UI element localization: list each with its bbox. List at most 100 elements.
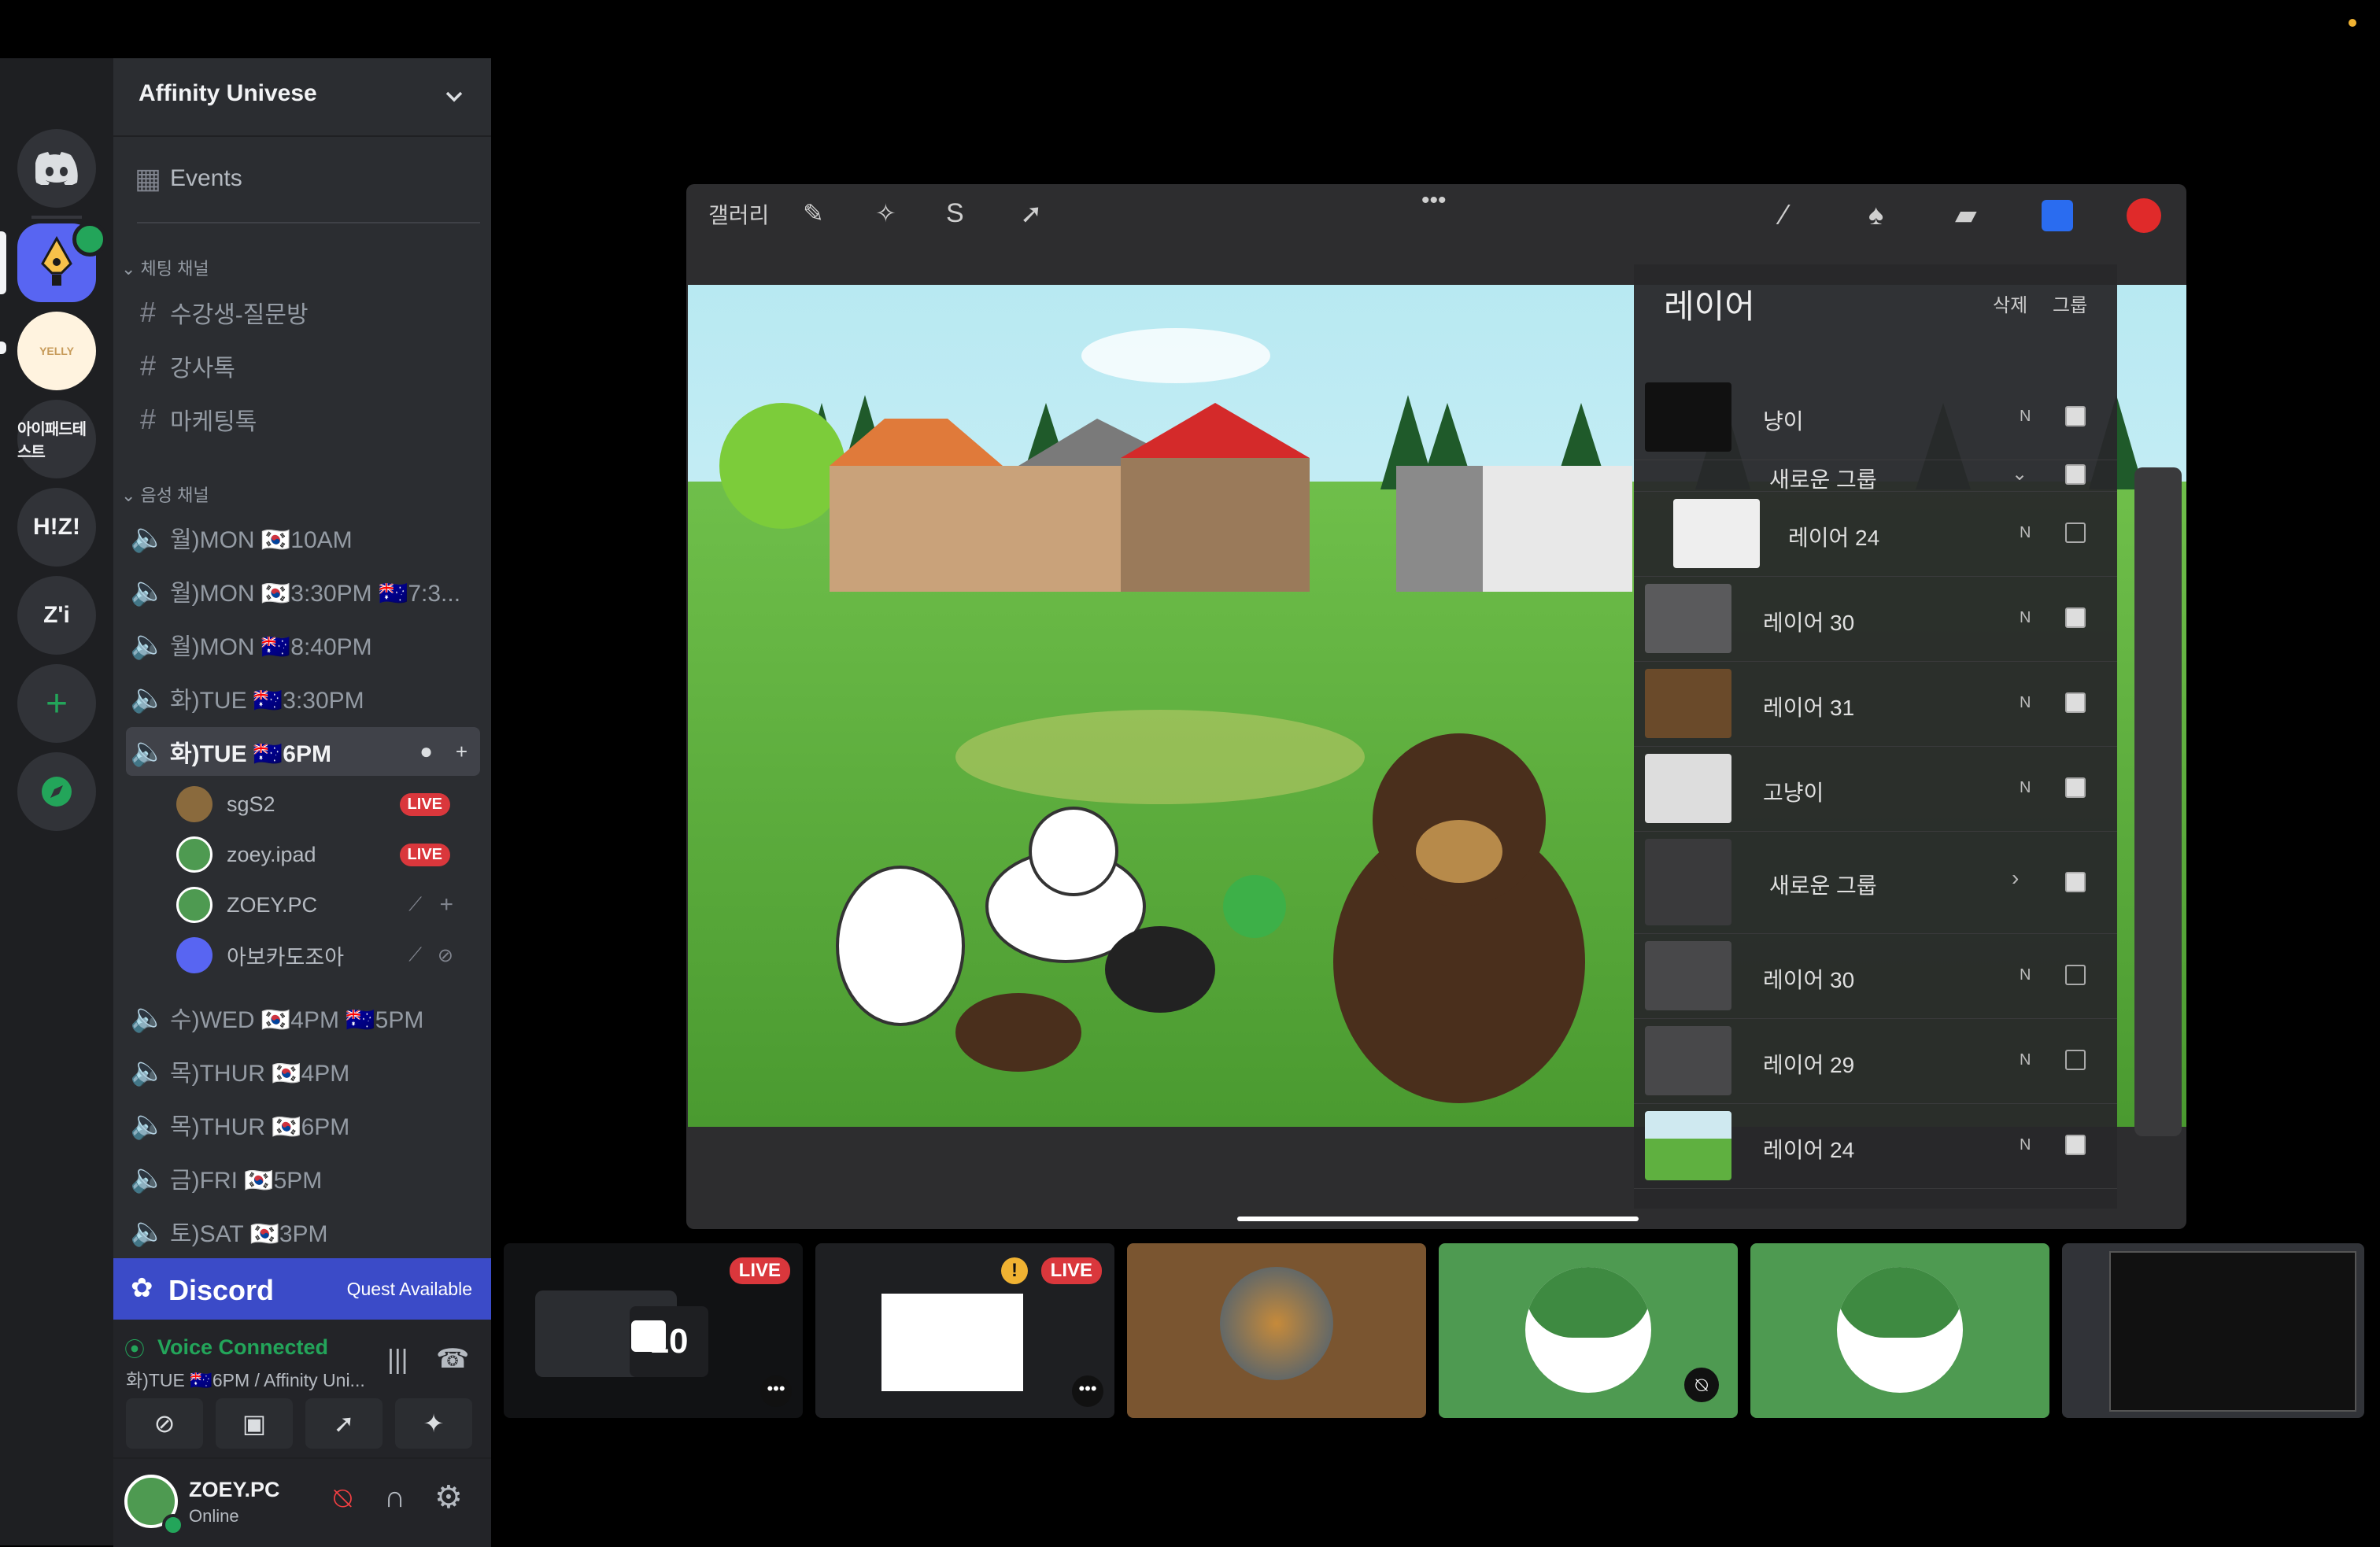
blend-mode[interactable]: N <box>2020 408 2031 426</box>
activity-button[interactable]: ➚ <box>305 1398 382 1449</box>
blend-mode[interactable]: N <box>2020 524 2031 542</box>
group-row[interactable]: 새로운 그룹 ⌄ <box>1634 460 2117 492</box>
mic-muted-icon[interactable]: ⍉ <box>334 1482 352 1516</box>
visibility-checkbox[interactable] <box>2065 464 2086 485</box>
settings-gear-icon[interactable]: ⚙ <box>434 1479 463 1516</box>
voice-channel-7[interactable]: 🔈 목)THUR 🇰🇷4PM <box>126 1047 480 1095</box>
voice-user-zoey-ipad[interactable]: zoey.ipad LIVE <box>176 833 475 877</box>
chevron-right-icon[interactable]: › <box>2012 866 2019 891</box>
layer-row[interactable]: 레이어 24 N <box>1634 1103 2117 1189</box>
visibility-checkbox[interactable] <box>2065 522 2086 543</box>
voice-channel-4[interactable]: 🔈 화)TUE 🇦🇺3:30PM <box>126 674 480 722</box>
magic-wand-icon[interactable]: ✧ <box>875 198 896 228</box>
more-dots-icon[interactable]: ••• <box>1421 187 1447 214</box>
transform-arrow-icon[interactable]: ➚ <box>1020 198 1043 230</box>
events-item[interactable]: ▦ Events <box>126 154 480 203</box>
visibility-checkbox[interactable] <box>2065 965 2086 985</box>
explore-icon[interactable] <box>17 752 96 831</box>
disconnect-icon[interactable]: ☎ <box>436 1343 469 1375</box>
more-options-icon[interactable]: ••• <box>1072 1375 1103 1407</box>
blend-mode[interactable]: N <box>2020 779 2031 797</box>
voice-channel-active[interactable]: 🔈 화)TUE 🇦🇺6PM ● + <box>126 727 480 776</box>
home-indicator <box>1237 1217 1639 1221</box>
visibility-checkbox[interactable] <box>2065 1050 2086 1070</box>
camera-off-button[interactable]: ⊘ <box>126 1398 203 1449</box>
zi-server-icon[interactable]: Z'i <box>17 576 96 655</box>
voice-channel-6[interactable]: 🔈 수)WED 🇰🇷4PM 🇦🇺5PM <box>126 993 480 1042</box>
visibility-checkbox[interactable] <box>2065 777 2086 798</box>
wrench-icon[interactable]: ✎ <box>803 198 824 228</box>
layer-row[interactable]: 레이어 31 N <box>1634 661 2117 747</box>
participant-tile-zoey-ipad[interactable]: ⍉ <box>1439 1243 1738 1418</box>
voice-channel-8[interactable]: 🔈 목)THUR 🇰🇷6PM <box>126 1100 480 1149</box>
blend-mode[interactable]: N <box>2020 609 2031 627</box>
participant-tile-zoey-pc[interactable] <box>1750 1243 2049 1418</box>
color-picker-icon[interactable] <box>2127 198 2161 233</box>
blend-mode[interactable]: N <box>2020 694 2031 712</box>
stream-tile-zoey-ipad[interactable]: ! LIVE ••• <box>815 1243 1114 1418</box>
stream-tile-screen[interactable] <box>2062 1243 2364 1418</box>
chevron-down-icon[interactable] <box>442 85 466 109</box>
voice-channel-9[interactable]: 🔈 금)FRI 🇰🇷5PM <box>126 1154 480 1202</box>
category-text-channels[interactable]: ⌄ 체팅 채널 <box>121 255 209 280</box>
chevron-down-icon[interactable]: ⌄ <box>2012 463 2027 486</box>
ipad-test-server-icon[interactable]: 아이패드테스트 <box>17 400 96 478</box>
visibility-checkbox[interactable] <box>2065 607 2086 628</box>
voice-channel-1[interactable]: 🔈 월)MON 🇰🇷10AM <box>126 513 480 562</box>
invite-user-icon[interactable]: + <box>456 740 468 764</box>
voice-channel-3[interactable]: 🔈 월)MON 🇦🇺8:40PM <box>126 620 480 669</box>
layers-icon[interactable] <box>2042 200 2073 231</box>
headphones-icon[interactable]: ∩ <box>384 1481 405 1515</box>
plus-icon[interactable]: + <box>439 892 453 918</box>
layer-row[interactable]: 레이어 30 N <box>1634 576 2117 662</box>
group-row[interactable]: 새로운 그룹 › <box>1634 831 2117 934</box>
layer-row[interactable]: 레이어 30 N <box>1634 933 2117 1019</box>
user-name[interactable]: ZOEY.PC <box>189 1478 280 1502</box>
category-voice-channels[interactable]: ⌄ 음성 채널 <box>121 482 209 507</box>
layer-row[interactable]: 레이어 24 N <box>1634 491 2117 577</box>
affinity-server-icon[interactable] <box>17 222 107 302</box>
signal-icon[interactable]: ⦿ <box>124 1334 145 1363</box>
chat-bubble-icon[interactable]: ● <box>419 739 433 764</box>
voice-channel-10[interactable]: 🔈 토)SAT 🇰🇷3PM <box>126 1207 480 1256</box>
gallery-button[interactable]: 갤러리 <box>708 198 769 230</box>
side-sliders[interactable] <box>2134 467 2182 1136</box>
noise-suppression-icon[interactable]: ||| <box>387 1345 408 1375</box>
channel-instructor[interactable]: # 강사톡 <box>126 342 480 390</box>
visibility-checkbox[interactable] <box>2065 872 2086 892</box>
channel-question[interactable]: # 수강생-질문방 <box>126 288 480 337</box>
discord-home-icon[interactable] <box>17 129 96 208</box>
blend-mode[interactable]: N <box>2020 1136 2031 1154</box>
yelly-server-icon[interactable]: YELLY <box>17 312 96 390</box>
stream-tile-sgs2[interactable]: 10 LIVE ••• <box>504 1243 803 1418</box>
delete-button[interactable]: 삭제 <box>1993 290 2027 317</box>
quest-banner[interactable]: ✿ Discord Quest Available <box>113 1258 491 1320</box>
voice-user-avocado[interactable]: 아보카도조아 ⟋ ⊘ <box>176 933 475 977</box>
brush-icon[interactable]: ⁄ <box>1782 198 1787 231</box>
share-screen-button[interactable]: ▣ <box>216 1398 293 1449</box>
hiz-server-icon[interactable]: H!Z! <box>17 488 96 567</box>
visibility-checkbox[interactable] <box>2065 406 2086 426</box>
visibility-checkbox[interactable] <box>2065 692 2086 713</box>
blend-mode[interactable]: N <box>2020 1051 2031 1069</box>
more-options-icon[interactable]: ••• <box>760 1375 792 1407</box>
speaker-icon: 🔈 <box>130 574 166 607</box>
voice-channel-2[interactable]: 🔈 월)MON 🇰🇷3:30PM 🇦🇺7:3... <box>126 567 480 615</box>
eraser-icon[interactable]: ▰ <box>1955 198 1977 231</box>
soundboard-button[interactable]: ✦ <box>395 1398 472 1449</box>
group-button[interactable]: 그룹 <box>2053 290 2087 317</box>
layer-row[interactable]: 고냥이 N <box>1634 746 2117 832</box>
layer-row[interactable]: 레이어 29 N <box>1634 1018 2117 1104</box>
selection-icon[interactable]: S <box>946 198 964 229</box>
voice-user-zoey-pc[interactable]: ZOEY.PC ⟋ + <box>176 883 475 927</box>
server-header[interactable]: Affinity Univese <box>113 58 491 137</box>
blend-mode[interactable]: N <box>2020 966 2031 984</box>
add-server-icon[interactable]: + <box>17 664 96 743</box>
voice-user-sgs2[interactable]: sgS2 LIVE <box>176 782 475 826</box>
smudge-icon[interactable]: ♠ <box>1868 198 1883 231</box>
visibility-checkbox[interactable] <box>2065 1135 2086 1155</box>
channel-marketing[interactable]: # 마케팅톡 <box>126 395 480 444</box>
layer-row[interactable]: 냥이 N <box>1634 375 2117 460</box>
voice-channel-name[interactable]: 화)TUE 🇦🇺6PM / Affinity Uni... <box>126 1365 378 1392</box>
participant-tile-sgs2[interactable] <box>1127 1243 1426 1418</box>
